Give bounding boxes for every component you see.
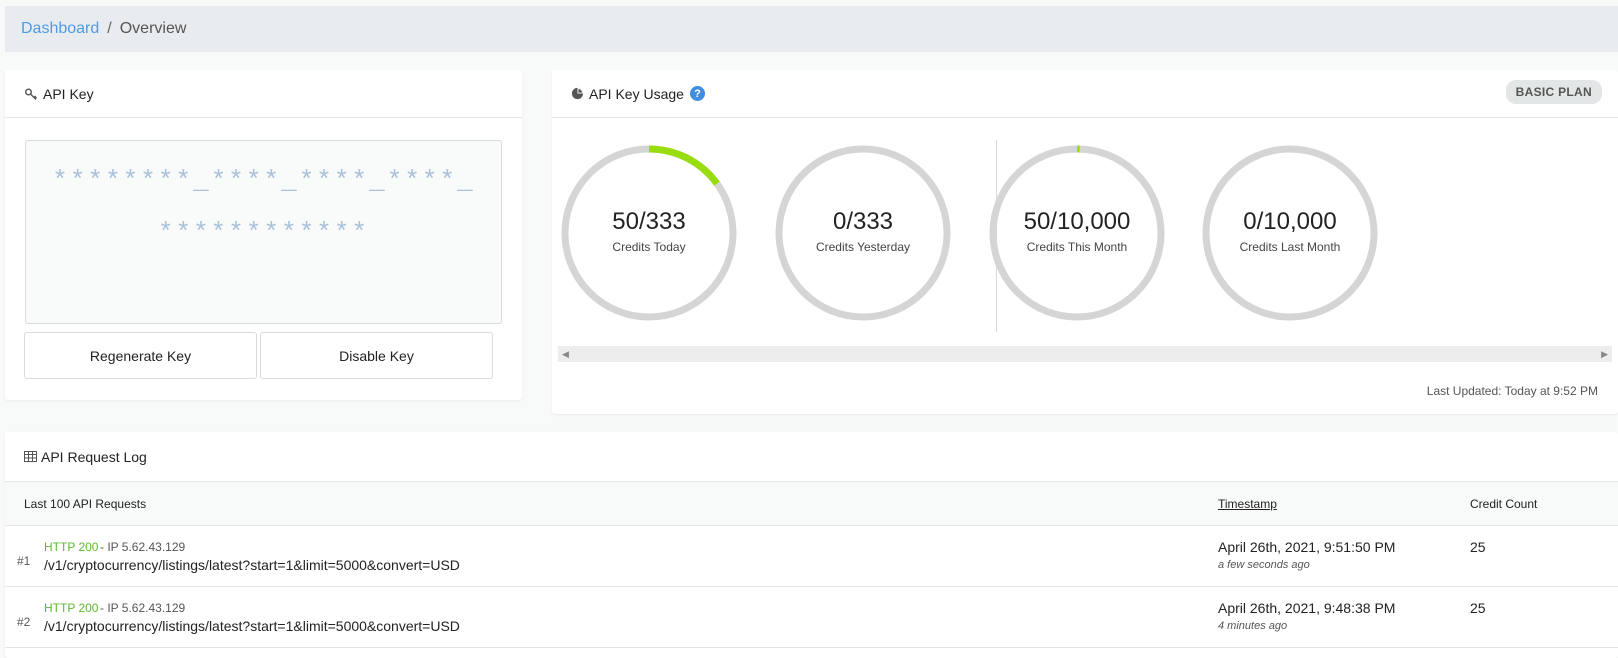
- gauge-value: 0/10,000: [1243, 208, 1337, 235]
- request-relative-time: a few seconds ago: [1218, 559, 1310, 571]
- table-row: #2 HTTP 200 - IP 5.62.43.129 /v1/cryptoc…: [5, 587, 1618, 648]
- gauge-label: Credits Today: [612, 240, 686, 254]
- request-credit-count: 25: [1470, 539, 1486, 555]
- request-log-column-headers: Last 100 API Requests Timestamp Credit C…: [5, 482, 1618, 526]
- last-updated-text: Last Updated: Today at 9:52 PM: [1426, 384, 1598, 398]
- help-icon[interactable]: ?: [689, 86, 705, 101]
- scroll-right-icon[interactable]: ▶: [1601, 346, 1608, 362]
- api-key-title: API Key: [43, 85, 94, 102]
- request-ip: - IP 5.62.43.129: [100, 540, 186, 554]
- api-key-masked-line-2: ************: [157, 218, 370, 248]
- regenerate-key-button[interactable]: Regenerate Key: [24, 332, 257, 379]
- pie-chart-icon: [571, 87, 584, 100]
- gauge-value: 50/333: [612, 208, 686, 235]
- breadcrumb: Dashboard / Overview: [5, 6, 1618, 52]
- row-number: #2: [17, 615, 31, 629]
- gauge-label: Credits This Month: [1026, 240, 1128, 254]
- gauge-label: Credits Last Month: [1239, 240, 1341, 254]
- api-key-card: API Key ********_****_****_****_ *******…: [5, 70, 522, 400]
- request-log-header: API Request Log: [5, 432, 1618, 482]
- request-timestamp: April 26th, 2021, 9:51:50 PM: [1218, 539, 1396, 555]
- usage-title: API Key Usage: [589, 85, 684, 102]
- gauge-label: Credits Yesterday: [815, 240, 911, 254]
- key-icon: [24, 87, 38, 101]
- table-icon: [24, 451, 37, 462]
- gauge-credits-last-month: 0/10,000 Credits Last Month: [1199, 142, 1381, 324]
- api-key-display[interactable]: ********_****_****_****_ ************: [25, 140, 502, 324]
- api-request-log-card: API Request Log Last 100 API Requests Ti…: [5, 432, 1618, 658]
- horizontal-scrollbar[interactable]: ◀ ▶: [558, 346, 1612, 362]
- scroll-left-icon[interactable]: ◀: [562, 346, 569, 362]
- status-code: HTTP 200: [44, 540, 99, 554]
- request-timestamp: April 26th, 2021, 9:48:38 PM: [1218, 600, 1396, 616]
- gauge-credits-today: 50/333 Credits Today: [558, 142, 740, 324]
- request-ip: - IP 5.62.43.129: [100, 601, 186, 615]
- api-key-masked-line-1: ********_****_****_****_: [52, 166, 475, 196]
- row-number: #1: [17, 554, 31, 568]
- request-credit-count: 25: [1470, 600, 1486, 616]
- gauge-credits-this-month: 50/10,000 Credits This Month: [986, 142, 1168, 324]
- breadcrumb-separator: /: [107, 20, 112, 37]
- breadcrumb-link-dashboard[interactable]: Dashboard: [21, 20, 99, 38]
- plan-badge: BASIC PLAN: [1505, 80, 1602, 104]
- gauge-credits-yesterday: 0/333 Credits Yesterday: [772, 142, 954, 324]
- api-key-header: API Key: [5, 70, 522, 118]
- request-log-title: API Request Log: [41, 448, 147, 465]
- column-last-requests: Last 100 API Requests: [24, 497, 147, 511]
- table-row: #1 HTTP 200 - IP 5.62.43.129 /v1/cryptoc…: [5, 526, 1618, 587]
- request-path: /v1/cryptocurrency/listings/latest?start…: [44, 618, 460, 634]
- api-key-usage-card: API Key Usage ? BASIC PLAN 50/333 Credit…: [552, 70, 1618, 414]
- column-timestamp[interactable]: Timestamp: [1218, 497, 1277, 511]
- disable-key-button[interactable]: Disable Key: [260, 332, 493, 379]
- usage-header: API Key Usage ?: [552, 70, 1618, 118]
- column-credit-count: Credit Count: [1470, 497, 1538, 511]
- gauge-value: 50/10,000: [1023, 208, 1131, 235]
- gauge-value: 0/333: [832, 208, 894, 235]
- request-relative-time: 4 minutes ago: [1218, 620, 1288, 632]
- status-code: HTTP 200: [44, 601, 99, 615]
- breadcrumb-current: Overview: [119, 20, 187, 37]
- request-path: /v1/cryptocurrency/listings/latest?start…: [44, 557, 460, 573]
